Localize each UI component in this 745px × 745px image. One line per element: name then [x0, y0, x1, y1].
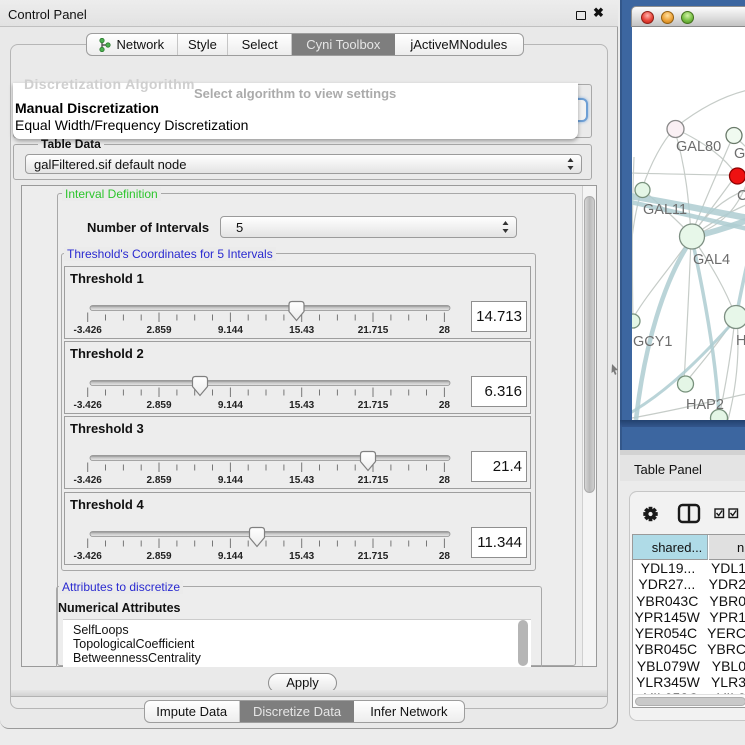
svg-text:GAL80: GAL80 — [676, 139, 721, 155]
svg-text:HAP2: HAP2 — [686, 397, 724, 413]
svg-text:G.: G. — [734, 146, 745, 162]
svg-text:GAL4: GAL4 — [693, 252, 730, 268]
svg-text:H: H — [736, 333, 745, 349]
svg-text:C: C — [737, 188, 745, 204]
svg-text:GCY1: GCY1 — [633, 334, 673, 350]
svg-text:GAL11: GAL11 — [643, 202, 687, 218]
